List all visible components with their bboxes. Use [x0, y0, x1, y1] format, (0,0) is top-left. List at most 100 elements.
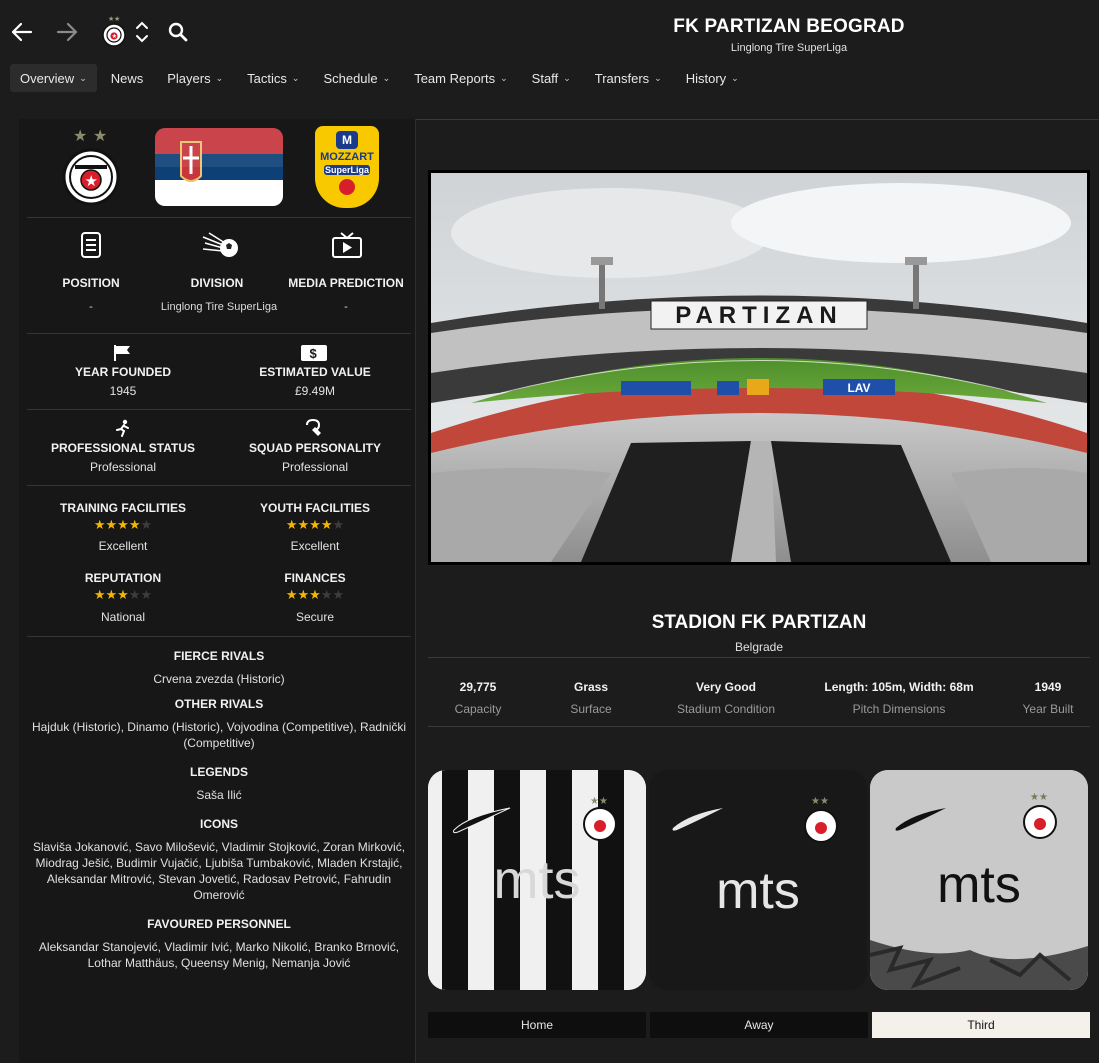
kit-tab-home[interactable]: Home [428, 1012, 646, 1038]
home-kit[interactable]: ★★ mts [428, 770, 646, 990]
star-filled-icon: ★ [309, 517, 321, 532]
tab-label: Team Reports [414, 70, 496, 86]
tab-label: Schedule [323, 70, 378, 86]
third-kit[interactable]: ★★ mts [870, 770, 1088, 990]
division-football-icon [199, 229, 243, 261]
stadium-panel: PARTIZAN LAV STADION FK PARTIZAN Belgrad… [416, 120, 1099, 1063]
position-label: POSITION [62, 276, 120, 290]
finances-label: FINANCES [284, 571, 346, 585]
media-prediction-label: MEDIA PREDICTION [288, 276, 404, 290]
icons-value[interactable]: Slaviša Jokanović, Savo Milošević, Vladi… [25, 839, 413, 903]
fierce-rivals-value[interactable]: Crvena zvezda (Historic) [25, 671, 413, 687]
forward-arrow-icon[interactable] [53, 18, 81, 46]
club-title: FK PARTIZAN BEOGRAD [673, 16, 905, 37]
divider [27, 636, 411, 637]
tab-history[interactable]: History ⌄ [676, 64, 749, 92]
flag-icon [111, 343, 135, 363]
star-filled-icon: ★ [117, 587, 129, 602]
league-logo-m-icon: M [336, 131, 358, 149]
stadium-condition-stat: Very Good Stadium Condition [661, 680, 791, 716]
svg-text:★★: ★★ [811, 796, 829, 807]
tv-icon [329, 229, 365, 261]
chevron-down-icon: ⌄ [291, 72, 300, 83]
youth-facilities-stars: ★★★★★ [231, 517, 399, 533]
pitch-dimensions-stat: Length: 105m, Width: 68m Pitch Dimension… [814, 680, 984, 716]
chevron-down-icon: ⌄ [382, 72, 391, 83]
search-icon[interactable] [164, 18, 192, 46]
estimated-value-label: ESTIMATED VALUE [259, 365, 371, 379]
finances-stars: ★★★★★ [231, 587, 399, 603]
chevron-down-icon: ⌄ [215, 72, 224, 83]
favoured-personnel-value[interactable]: Aleksandar Stanojević, Vladimir Ivić, Ma… [25, 939, 413, 971]
star-empty-icon: ★ [332, 587, 345, 602]
surface-value: Grass [573, 680, 609, 694]
stadium-name: STADION FK PARTIZAN [651, 612, 867, 633]
divider [27, 217, 411, 218]
stadium-condition-label: Stadium Condition [676, 702, 776, 716]
star-filled-icon: ★ [105, 517, 118, 532]
stadium-photo[interactable]: PARTIZAN LAV [428, 170, 1090, 565]
year-built-value: 1949 [1034, 680, 1062, 694]
star-filled-icon: ★ [320, 517, 333, 532]
top-bar: ★ ★ ★ FK PARTIZAN BEOGRAD Linglong Tire S… [0, 0, 1099, 62]
serbia-flag[interactable] [155, 128, 283, 206]
kit-tab-away[interactable]: Away [650, 1012, 868, 1038]
league-logo[interactable]: M MOZZART SuperLiga [315, 126, 379, 208]
reputation-label: REPUTATION [84, 571, 162, 585]
svg-text:$: $ [310, 346, 318, 361]
personality-icon [303, 418, 325, 438]
division-value[interactable]: Linglong Tire SuperLiga [147, 301, 291, 313]
tab-label: Transfers [594, 70, 650, 86]
svg-text:★★: ★★ [590, 796, 608, 807]
tab-schedule[interactable]: Schedule ⌄ [313, 64, 400, 92]
club-switcher-chevrons-icon[interactable] [131, 17, 153, 47]
division-label: DIVISION [190, 276, 244, 290]
legends-value[interactable]: Saša Ilić [25, 787, 413, 803]
divider [27, 333, 411, 334]
squad-personality-label: SQUAD PERSONALITY [248, 441, 381, 455]
running-player-icon [113, 418, 133, 438]
star-filled-icon: ★ [285, 517, 298, 532]
training-facilities-label: TRAINING FACILITIES [60, 501, 186, 515]
star-filled-icon: ★ [297, 587, 310, 602]
training-facilities-value: Excellent [98, 539, 148, 553]
club-crest-large[interactable]: ★ ★ ★ [59, 125, 123, 209]
star-empty-icon: ★ [320, 587, 333, 602]
club-crest-icon[interactable]: ★ ★ ★ [100, 14, 128, 50]
kit-sponsor-text: mts [494, 850, 581, 910]
tab-players[interactable]: Players ⌄ [157, 64, 233, 92]
star-empty-icon: ★ [140, 587, 153, 602]
kit-sponsor-text: mts [937, 856, 1021, 914]
divider [27, 409, 411, 410]
kit-sponsor-text: mts [716, 862, 800, 920]
reputation-stars: ★★★★★ [39, 587, 207, 603]
tab-news[interactable]: News [101, 64, 154, 92]
icons-label: ICONS [199, 817, 238, 831]
tab-tactics[interactable]: Tactics ⌄ [237, 64, 309, 92]
tab-staff[interactable]: Staff ⌄ [522, 64, 581, 92]
capacity-stat: 29,775 Capacity [428, 680, 528, 716]
tab-transfers[interactable]: Transfers ⌄ [585, 64, 672, 92]
stadium-condition-value: Very Good [695, 680, 757, 694]
star-filled-icon: ★ [105, 587, 118, 602]
svg-text:★: ★ [93, 128, 107, 145]
kit-tab-third[interactable]: Third [872, 1012, 1090, 1038]
chevron-down-icon: ⌄ [563, 72, 571, 83]
banknote-icon: $ [299, 343, 329, 363]
fierce-rivals-label: FIERCE RIVALS [173, 649, 265, 663]
divider [428, 726, 1090, 727]
other-rivals-value[interactable]: Hajduk (Historic), Dinamo (Historic), Vo… [25, 719, 413, 751]
svg-text:★: ★ [73, 128, 87, 145]
squad-personality-value: Professional [281, 460, 349, 474]
away-kit[interactable]: ★★ mts [649, 770, 867, 990]
year-founded-label: YEAR FOUNDED [74, 365, 171, 379]
tab-label: News [110, 70, 144, 86]
tab-team-reports[interactable]: Team Reports ⌄ [404, 64, 517, 92]
pitch-dimensions-label: Pitch Dimensions [852, 702, 946, 716]
tab-label: History [685, 70, 727, 86]
star-filled-icon: ★ [309, 587, 321, 602]
tab-overview[interactable]: Overview ⌄ [10, 64, 97, 92]
star-filled-icon: ★ [93, 587, 106, 602]
back-arrow-icon[interactable] [8, 18, 36, 46]
divider [27, 485, 411, 486]
